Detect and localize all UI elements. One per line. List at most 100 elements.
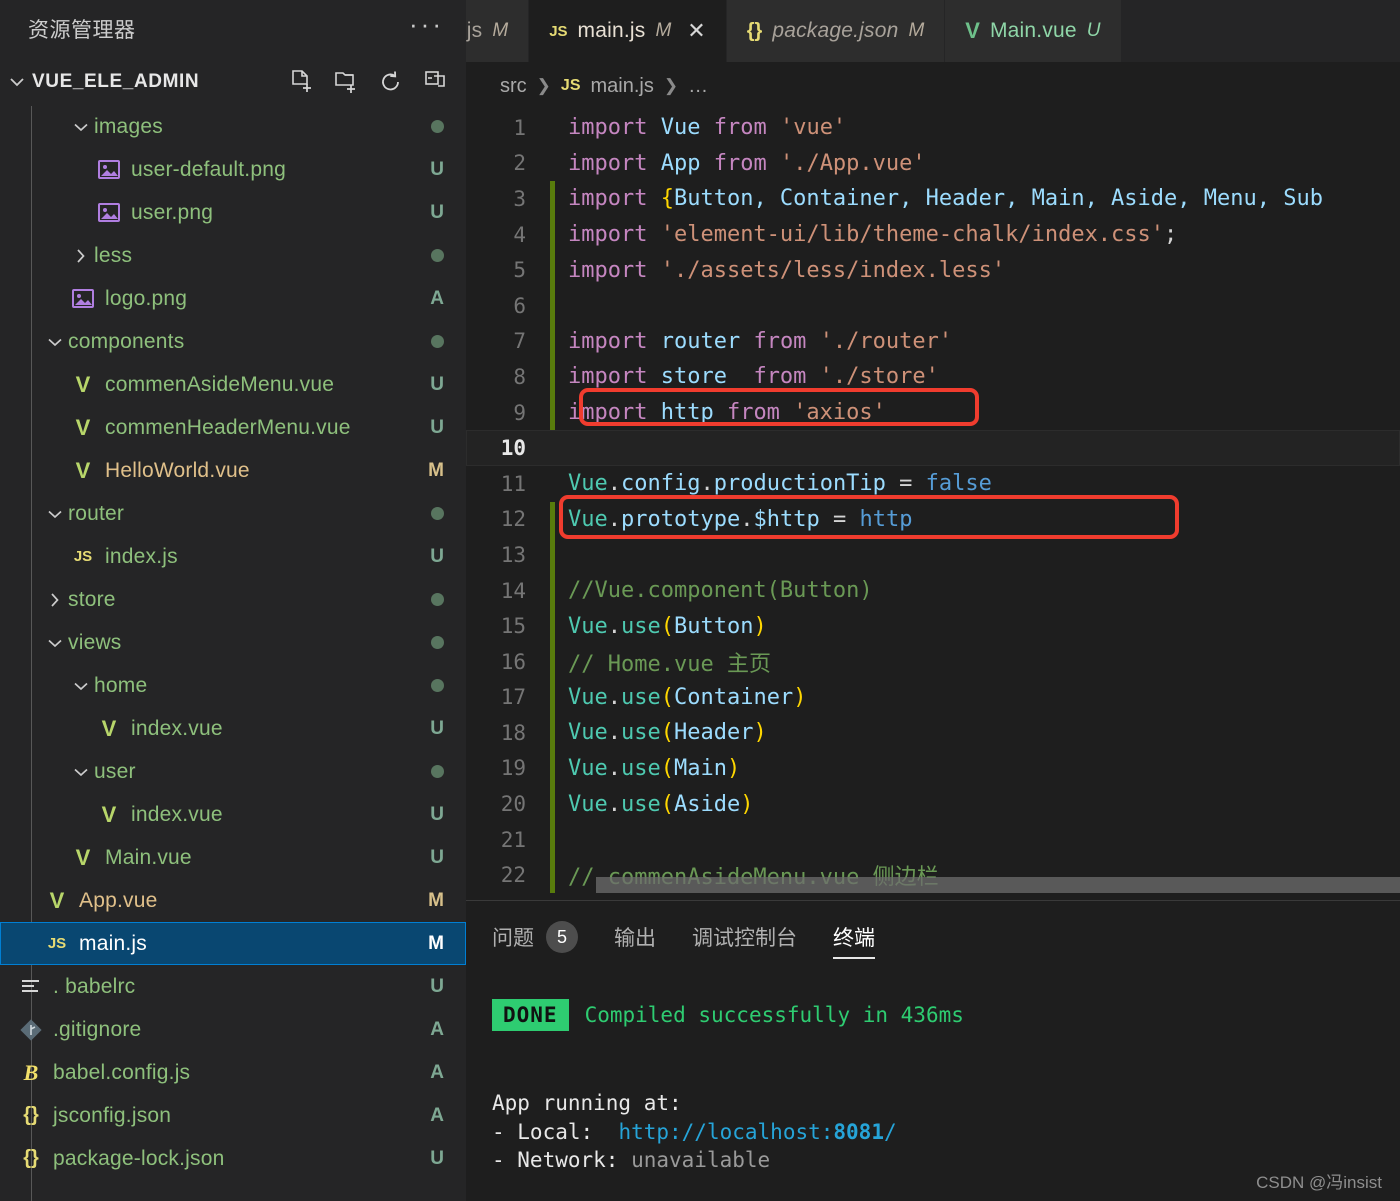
- chevron-right-icon[interactable]: [42, 587, 68, 613]
- code-line[interactable]: 18 Vue.use(Header): [466, 715, 1400, 751]
- gutter-change-marker: [550, 608, 555, 644]
- code-token: Container: [674, 684, 794, 710]
- tree-file-row[interactable]: {} jsconfig.json A: [0, 1094, 466, 1137]
- gutter-change-marker: [550, 252, 555, 288]
- editor-tab[interactable]: {} package.json M: [726, 0, 946, 62]
- chevron-right-icon[interactable]: [68, 243, 94, 269]
- tree-file-row[interactable]: Vindex.vue U: [0, 793, 466, 836]
- chevron-down-icon[interactable]: [68, 114, 94, 140]
- breadcrumb-file[interactable]: main.js: [591, 75, 654, 98]
- breadcrumb[interactable]: src ❯ JS main.js ❯ …: [466, 62, 1400, 110]
- tree-file-row[interactable]: {} package-lock.json U: [0, 1137, 466, 1180]
- code-line[interactable]: 10: [466, 430, 1400, 466]
- code-line[interactable]: 11 Vue.config.productionTip = false: [466, 466, 1400, 502]
- code-line[interactable]: 15 Vue.use(Button): [466, 608, 1400, 644]
- file-tree[interactable]: assetsimagesuser-default.pngUuser.pngUle…: [0, 106, 466, 1201]
- tree-folder-row[interactable]: views: [0, 621, 466, 664]
- terminal-output[interactable]: DONE Compiled successfully in 436ms App r…: [466, 973, 1400, 1201]
- tree-folder-row[interactable]: images: [0, 106, 466, 148]
- line-number: 20: [500, 792, 526, 817]
- code-line[interactable]: 12 Vue.prototype.$http = http: [466, 501, 1400, 538]
- tree-folder-row[interactable]: less: [0, 234, 466, 277]
- chevron-down-icon[interactable]: [68, 673, 94, 699]
- tree-file-row[interactable]: VcommenHeaderMenu.vue U: [0, 406, 466, 449]
- panel-tab[interactable]: 问题 5: [492, 901, 578, 973]
- tree-file-row[interactable]: JS main.js M: [0, 922, 466, 965]
- code-token: prototype: [621, 506, 741, 532]
- code-editor[interactable]: 1 import Vue from 'vue' 2 import App from '…: [466, 110, 1400, 900]
- tree-file-row[interactable]: Bbabel.config.js A: [0, 1051, 466, 1094]
- code-line[interactable]: 3 import {Button, Container, Header, Main…: [466, 181, 1400, 217]
- code-line[interactable]: 13: [466, 537, 1400, 573]
- tree-file-row[interactable]: V App.vue M: [0, 879, 466, 922]
- panel-tab[interactable]: 调试控制台: [692, 901, 797, 973]
- tree-file-row[interactable]: VcommenAsideMenu.vue U: [0, 363, 466, 406]
- refresh-icon[interactable]: [377, 68, 405, 96]
- code-line[interactable]: 1 import Vue from 'vue': [466, 110, 1400, 146]
- tree-folder-row[interactable]: home: [0, 664, 466, 707]
- chevron-down-icon[interactable]: [42, 630, 68, 656]
- close-icon[interactable]: ✕: [687, 18, 705, 44]
- local-url[interactable]: http://localhost:8081/: [618, 1120, 896, 1144]
- code-line[interactable]: 4 import 'element-ui/lib/theme-chalk/inde…: [466, 216, 1400, 253]
- code-token: 'axios': [793, 400, 886, 426]
- code-line[interactable]: 19 Vue.use(Main): [466, 750, 1400, 787]
- code-line[interactable]: 8 import store from './store': [466, 359, 1400, 395]
- tree-file-row[interactable]: user.png U: [0, 191, 466, 234]
- vue-file-icon: V: [75, 844, 91, 870]
- tree-file-row[interactable]: logo.png A: [0, 277, 466, 320]
- panel-tab[interactable]: 终端: [833, 901, 875, 973]
- editor-horizontal-scrollbar[interactable]: [596, 877, 1400, 893]
- chevron-down-icon[interactable]: [42, 329, 68, 355]
- tree-folder-row[interactable]: user: [0, 750, 466, 793]
- tree-file-row[interactable]: JS index.js U: [0, 535, 466, 578]
- code-token: Vue: [568, 791, 608, 817]
- tree-file-row[interactable]: Vindex.vue U: [0, 707, 466, 750]
- breadcrumb-root[interactable]: src: [500, 75, 527, 98]
- collapse-all-icon[interactable]: [422, 68, 450, 96]
- panel-tabs[interactable]: 问题 5 输出 调试控制台 终端: [466, 901, 1400, 973]
- chevron-down-icon[interactable]: [68, 759, 94, 785]
- code-line[interactable]: 21: [466, 821, 1400, 858]
- project-root-row[interactable]: VUE_ELE_ADMIN: [0, 58, 466, 106]
- code-line[interactable]: 2 import App from './App.vue': [466, 146, 1400, 182]
- explorer-more-icon[interactable]: ···: [409, 11, 444, 39]
- editor-tab[interactable]: JS main.js M ✕: [529, 0, 727, 62]
- code-line[interactable]: 17 Vue.use(Container): [466, 679, 1400, 716]
- tree-item-label: commenHeaderMenu.vue: [105, 415, 351, 439]
- tree-file-row[interactable]: V HelloWorld.vue M: [0, 449, 466, 492]
- code-token: Button, Container, Header, Main, Aside, …: [673, 186, 1323, 212]
- tree-item-label: images: [94, 114, 163, 138]
- code-line[interactable]: 14 //Vue.component(Button): [466, 572, 1400, 609]
- new-folder-icon[interactable]: [332, 68, 360, 96]
- chevron-down-icon[interactable]: [42, 501, 68, 527]
- tree-file-row[interactable]: . babelrc U: [0, 965, 466, 1008]
- code-line[interactable]: 20 Vue.use(Aside): [466, 786, 1400, 822]
- tree-file-row[interactable]: V Main.vue U: [0, 836, 466, 879]
- tree-folder-row[interactable]: components: [0, 320, 466, 363]
- editor-tab[interactable]: V Main.vue U: [945, 0, 1122, 62]
- breadcrumb-ellipsis[interactable]: …: [688, 75, 708, 98]
- editor-tab[interactable]: ig.js M: [466, 0, 530, 62]
- config-file-icon: [16, 973, 46, 1001]
- new-file-icon[interactable]: [287, 68, 315, 96]
- vue-file-icon: V: [75, 414, 91, 440]
- chevron-down-icon[interactable]: [4, 69, 30, 95]
- panel-tab[interactable]: 输出: [614, 901, 656, 973]
- tree-item-label: commenAsideMenu.vue: [105, 372, 335, 396]
- editor-tab-label: ig.js: [466, 19, 483, 42]
- editor-tabbar[interactable]: ig.js M JS main.js M ✕ {} package.json M V Main.vu…: [466, 0, 1400, 62]
- code-lines[interactable]: 1 import Vue from 'vue' 2 import App from '…: [466, 110, 1400, 894]
- code-line[interactable]: 16 // Home.vue 主页: [466, 643, 1400, 680]
- code-line[interactable]: 6: [466, 287, 1400, 324]
- code-line[interactable]: 5 import './assets/less/index.less': [466, 252, 1400, 288]
- tree-folder-row[interactable]: store: [0, 578, 466, 621]
- code-token: App: [660, 150, 701, 176]
- code-line[interactable]: 7 import router from './router': [466, 323, 1400, 360]
- code-token: .: [607, 720, 621, 746]
- code-line[interactable]: 9 import http from 'axios': [466, 394, 1400, 431]
- tree-folder-row[interactable]: router: [0, 492, 466, 535]
- tree-file-row[interactable]: .gitignore A: [0, 1008, 466, 1051]
- tree-file-row[interactable]: user-default.png U: [0, 148, 466, 191]
- local-url-suffix: /: [883, 1119, 897, 1144]
